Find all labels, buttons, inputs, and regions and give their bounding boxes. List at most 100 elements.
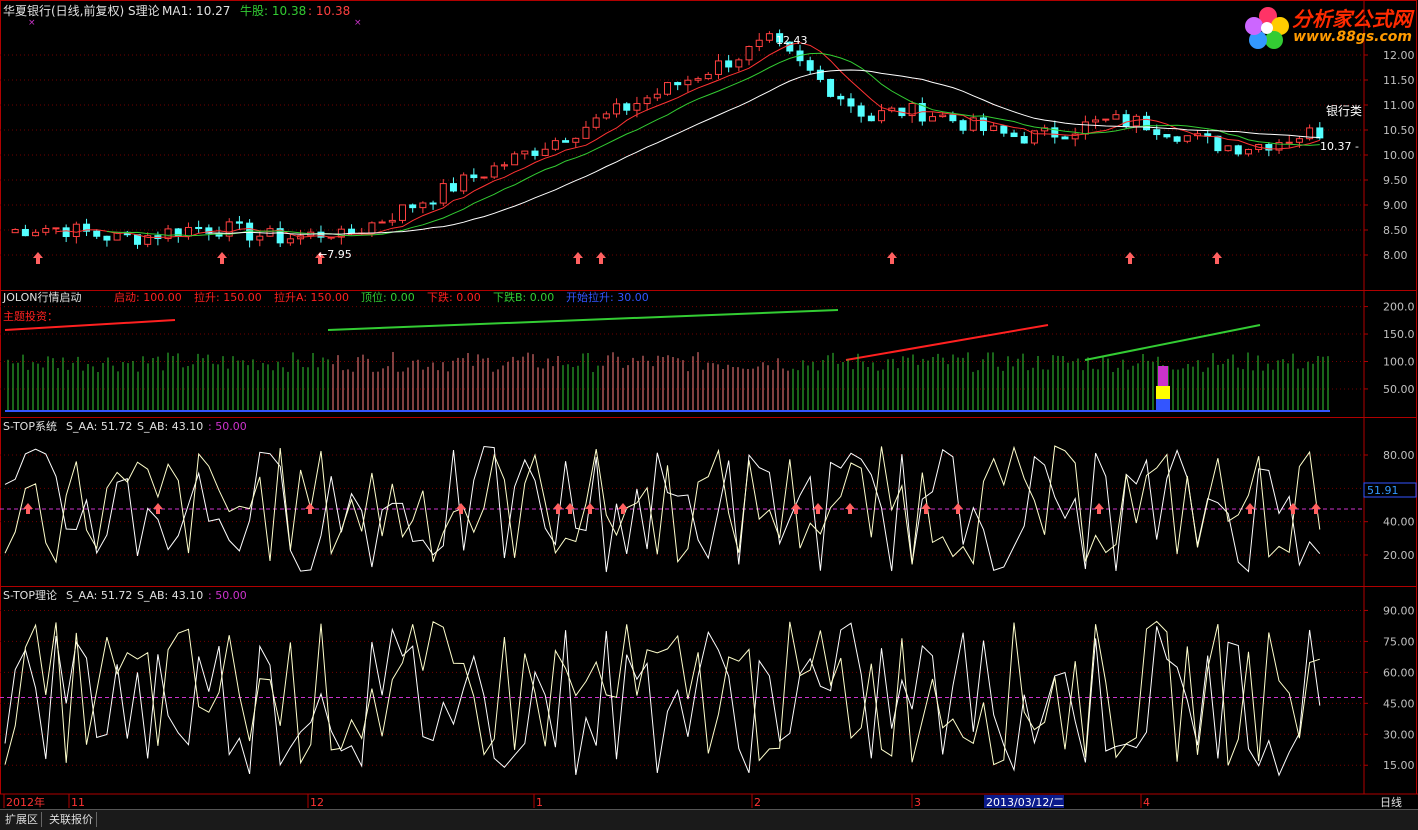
- candle-body: [500, 164, 508, 167]
- stop1-title: S-TOP系统: [3, 420, 57, 433]
- stop1-saa: S_AA: 51.72: [66, 420, 132, 433]
- tick-label-stop2: 75.00: [1383, 635, 1415, 648]
- buy-arrow-icon: [1125, 252, 1135, 264]
- tick-label-price: 8.50: [1383, 224, 1408, 237]
- candle-body: [1020, 136, 1028, 144]
- candle-body: [1010, 132, 1018, 138]
- buy-arrow-icon: [33, 252, 43, 264]
- candle-body: [1183, 135, 1191, 142]
- tick-label-price: 9.00: [1383, 199, 1408, 212]
- candle-body: [939, 114, 947, 118]
- candle-body: [674, 82, 682, 86]
- marker-x: ×: [354, 18, 362, 28]
- candle-body: [725, 60, 733, 68]
- stop1-level: : 50.00: [208, 420, 247, 433]
- bull-value-2: : 10.38: [308, 4, 350, 18]
- candle-body: [42, 227, 50, 233]
- tick-label-price: 11.50: [1383, 74, 1415, 87]
- signal-arrow-icon: [953, 503, 963, 514]
- candle-body: [52, 227, 60, 230]
- candle-body: [572, 137, 580, 143]
- signal-arrow-icon: [1245, 503, 1255, 514]
- tick-label-price: 10.50: [1383, 124, 1415, 137]
- candle-body: [449, 183, 457, 192]
- candle-body: [959, 120, 967, 131]
- candle-body: [1285, 141, 1293, 144]
- tick-label-jolon: 200.0: [1383, 301, 1415, 314]
- candle-body: [623, 103, 631, 111]
- time-label: 4: [1143, 796, 1150, 809]
- stock-chart-canvas[interactable]: 12.00 11.50 11.00 10.50 10.00 9.50 9.00 8.50 8.0…: [0, 0, 1418, 829]
- signal-arrow-icon: [585, 503, 595, 514]
- jolon-title: JOLON行情启动: [2, 291, 82, 304]
- candle-body: [602, 113, 610, 119]
- candle-body: [399, 204, 406, 221]
- tick-label-stop1: 20.00: [1383, 549, 1415, 562]
- ma-red-line: [55, 42, 1320, 239]
- signal-arrow-icon: [1288, 503, 1298, 514]
- tick-label-stop2: 45.00: [1383, 697, 1415, 710]
- candle-body: [704, 73, 712, 80]
- tab-extension-area[interactable]: 扩展区: [2, 812, 42, 827]
- high-price-label: 12.43: [776, 34, 808, 47]
- candle-body: [592, 117, 600, 128]
- jolon-item-4: 下跌: 0.00: [427, 290, 481, 304]
- flower-logo-icon: [1245, 7, 1289, 49]
- candle-body: [388, 219, 396, 223]
- tick-label-stop1: 40.00: [1383, 516, 1415, 529]
- candle-body: [409, 204, 417, 209]
- signal-arrow-icon: [456, 503, 466, 514]
- candle-body: [1316, 127, 1324, 139]
- candle-body: [368, 222, 376, 234]
- signal-arrow-icon: [921, 503, 931, 514]
- tab-related-quotes[interactable]: 关联报价: [46, 812, 97, 827]
- candle-body: [1061, 136, 1069, 140]
- candle-body: [1143, 115, 1151, 131]
- time-label: 2: [754, 796, 761, 809]
- site-logo: 分析家公式网 www.88gs.com: [1244, 4, 1412, 50]
- candle-body: [378, 221, 386, 224]
- candle-body: [235, 221, 243, 224]
- logo-title: 分析家公式网: [1292, 7, 1412, 31]
- tick-label-stop2: 15.00: [1383, 759, 1415, 772]
- candle-body: [613, 103, 621, 115]
- candle-body: [1122, 114, 1130, 127]
- time-label: 2012年: [6, 795, 45, 809]
- candle-body: [847, 98, 855, 107]
- buy-arrow-icon: [217, 252, 227, 264]
- tick-label-stop2: 30.00: [1383, 728, 1415, 741]
- tick-label-jolon: 100.0: [1383, 355, 1415, 368]
- low-price-label: ←7.95: [318, 248, 352, 261]
- signal-arrow-icon: [1311, 503, 1321, 514]
- candle-body: [195, 226, 203, 229]
- jolon-subtitle: 主题投资：: [3, 309, 58, 323]
- candle-body: [643, 97, 651, 105]
- time-label: 12: [310, 796, 324, 809]
- candle-body: [184, 226, 192, 237]
- candle-body: [531, 150, 539, 156]
- candle-body: [582, 126, 590, 139]
- jolon-item-1: 拉升: 150.00: [194, 290, 262, 304]
- price-tag: 10.37 -: [1320, 140, 1359, 153]
- candle-body: [755, 39, 763, 48]
- candle-body: [460, 174, 468, 192]
- tick-label-stop2: 60.00: [1383, 666, 1415, 679]
- jolon-highlight-yellow: [1156, 386, 1170, 399]
- jolon-item-5: 下跌B: 0.00: [493, 290, 554, 304]
- signal-arrow-icon: [618, 503, 628, 514]
- candle-body: [684, 79, 692, 86]
- candle-body: [1234, 145, 1242, 155]
- stop2-title: S-TOP理论: [3, 588, 57, 602]
- candle-body: [93, 230, 101, 237]
- candle-body: [1000, 125, 1008, 134]
- candle-body: [1153, 129, 1161, 136]
- buy-arrow-icon: [1212, 252, 1222, 264]
- panel-frame-2: [0, 417, 1417, 587]
- candle-body: [1173, 136, 1181, 142]
- signal-arrow-icon: [305, 503, 315, 514]
- candle-body: [266, 228, 274, 237]
- candle-body: [21, 228, 29, 237]
- candle-body: [439, 183, 447, 204]
- candle-body: [429, 202, 437, 205]
- candle-body: [990, 125, 998, 131]
